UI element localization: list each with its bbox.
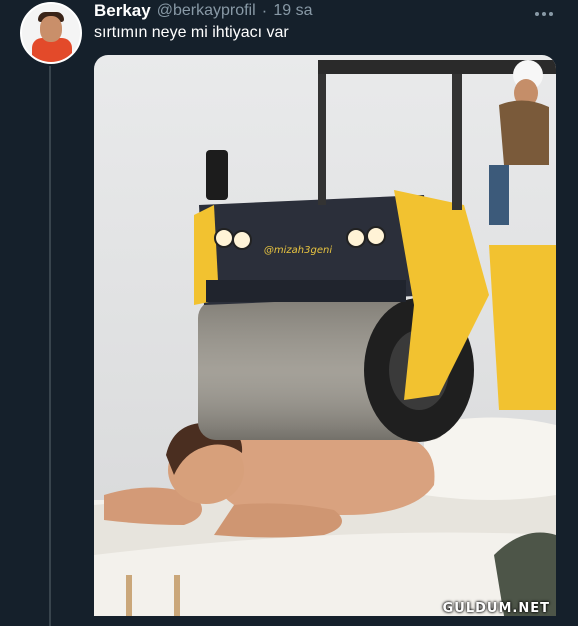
road-roller-photo — [94, 60, 556, 616]
avatar[interactable] — [20, 2, 82, 64]
timestamp[interactable]: 19 sa — [273, 2, 312, 20]
display-name[interactable]: Berkay — [94, 1, 151, 21]
thread-line — [49, 66, 51, 626]
roller-watermark: @mizah3geni — [263, 245, 333, 256]
user-handle[interactable]: @berkayprofil — [157, 2, 256, 20]
tweet-header: Berkay @berkayprofil · 19 sa — [94, 0, 312, 22]
tweet-media-image[interactable]: @mizah3geni GULDUM.NET — [94, 55, 556, 616]
more-horizontal-icon[interactable] — [534, 4, 554, 22]
site-watermark: GULDUM.NET — [442, 601, 550, 616]
separator-dot: · — [261, 1, 268, 20]
tweet-text: sırtımın neye mi ihtiyacı var — [94, 24, 289, 41]
